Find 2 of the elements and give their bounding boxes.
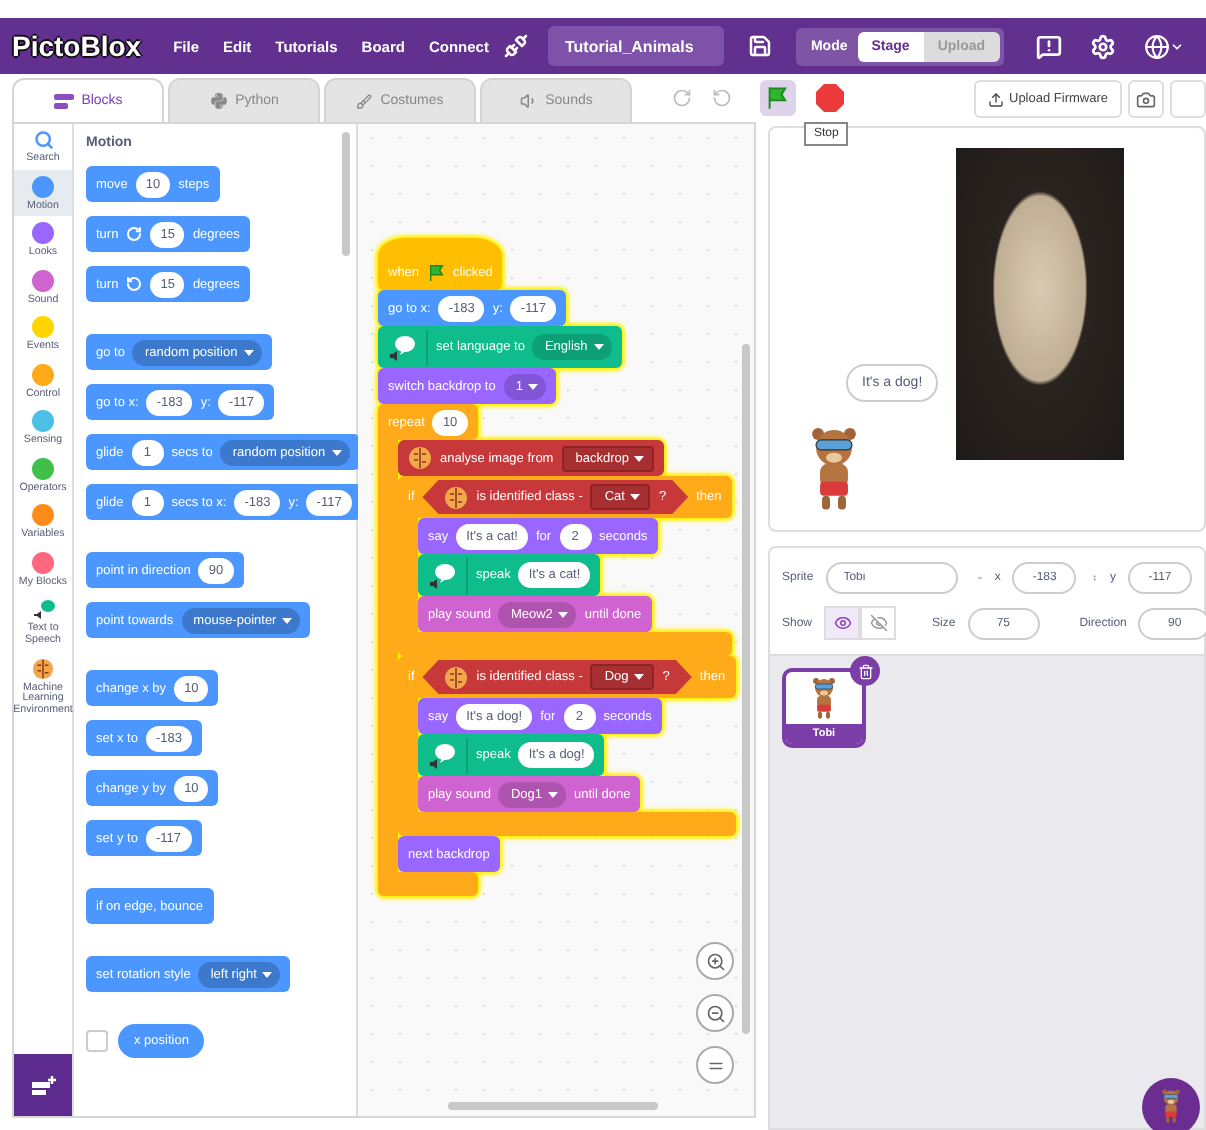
app-logo: PictoBlox [12, 30, 142, 62]
project-title-field[interactable]: Tutorial_Animals [548, 26, 725, 66]
